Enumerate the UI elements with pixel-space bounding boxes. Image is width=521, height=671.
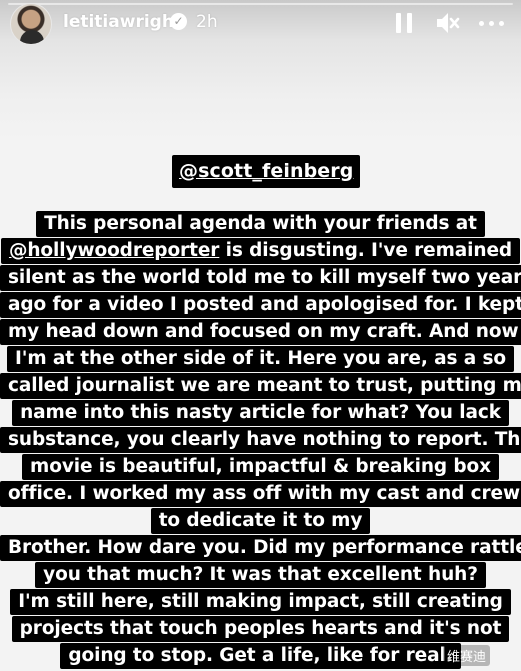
mute-button[interactable] [432, 8, 462, 38]
more-options-button[interactable] [478, 8, 508, 38]
message-line: I'm at the other side of it. Here you ar… [0, 345, 521, 372]
message-line-text: you that much? It was that excellent huh… [35, 562, 486, 588]
message-line-text: This personal agenda with your friends a… [36, 211, 485, 237]
message-line: office. I worked my ass off with my cast… [0, 480, 521, 507]
mention-tag[interactable]: @scott_feinberg [172, 155, 361, 188]
username[interactable]: letitiawright [63, 12, 182, 32]
pause-button[interactable] [389, 8, 419, 38]
message-line: This personal agenda with your friends a… [0, 210, 521, 237]
message-line-text: I'm at the other side of it. Here you ar… [6, 346, 515, 372]
story-message: This personal agenda with your friends a… [0, 210, 521, 669]
message-line-text: my head down and focused on my craft. An… [0, 319, 521, 345]
more-icon [489, 21, 494, 26]
message-line: movie is beautiful, impactful & breaking… [0, 453, 521, 480]
message-line: ago for a video I posted and apologised … [0, 291, 521, 318]
more-icon [479, 21, 484, 26]
message-line-text: movie is beautiful, impactful & breaking… [22, 454, 499, 480]
mention-tag-text: @scott_feinberg [179, 160, 354, 182]
message-line: name into this nasty article for what? Y… [0, 399, 521, 426]
message-line-text: silent as the world told me to kill myse… [0, 265, 521, 291]
message-line-text: projects that touch peoples hearts and i… [11, 616, 510, 642]
message-line: I'm still here, still making impact, sti… [0, 588, 521, 615]
message-line: you that much? It was that excellent huh… [0, 561, 521, 588]
more-icon [499, 21, 504, 26]
message-line-text: name into this nasty article for what? Y… [12, 400, 509, 426]
message-line: Brother. How dare you. Did my performanc… [0, 534, 521, 561]
message-line-text: going to stop. Get a life, like for real… [60, 643, 461, 669]
message-line-text: called journalist we are meant to trust,… [0, 373, 521, 399]
inline-mention[interactable]: @hollywoodreporter [9, 240, 219, 261]
story-header: letitiawright ✓ 2h [0, 0, 521, 48]
message-line: @hollywoodreporter is disgusting. I've r… [0, 237, 521, 264]
avatar[interactable] [10, 3, 52, 45]
message-line-text: Brother. How dare you. Did my performanc… [0, 535, 521, 561]
message-line-text: ago for a video I posted and apologised … [0, 292, 521, 318]
message-line: to dedicate it to my [0, 507, 521, 534]
message-line-text: @hollywoodreporter is disgusting. I've r… [0, 238, 521, 264]
verified-badge-icon: ✓ [170, 13, 187, 30]
pause-icon [407, 13, 412, 33]
message-line-text: I'm still here, still making impact, sti… [10, 589, 511, 615]
message-line-text: substance, you clearly have nothing to r… [0, 427, 521, 453]
message-line: called journalist we are meant to trust,… [0, 372, 521, 399]
avatar-figure [20, 30, 44, 44]
message-line: silent as the world told me to kill myse… [0, 264, 521, 291]
pause-icon [396, 13, 401, 33]
message-line: my head down and focused on my craft. An… [0, 318, 521, 345]
message-line-text: office. I worked my ass off with my cast… [0, 481, 521, 507]
timestamp: 2h [196, 12, 218, 32]
story-frame: letitiawright ✓ 2h @scott_feinberg This … [0, 0, 521, 671]
message-line-text: to dedicate it to my [150, 508, 371, 534]
message-line: projects that touch peoples hearts and i… [0, 615, 521, 642]
mute-icon [437, 13, 460, 33]
watermark: 维赛迪 [443, 645, 491, 666]
message-line: substance, you clearly have nothing to r… [0, 426, 521, 453]
